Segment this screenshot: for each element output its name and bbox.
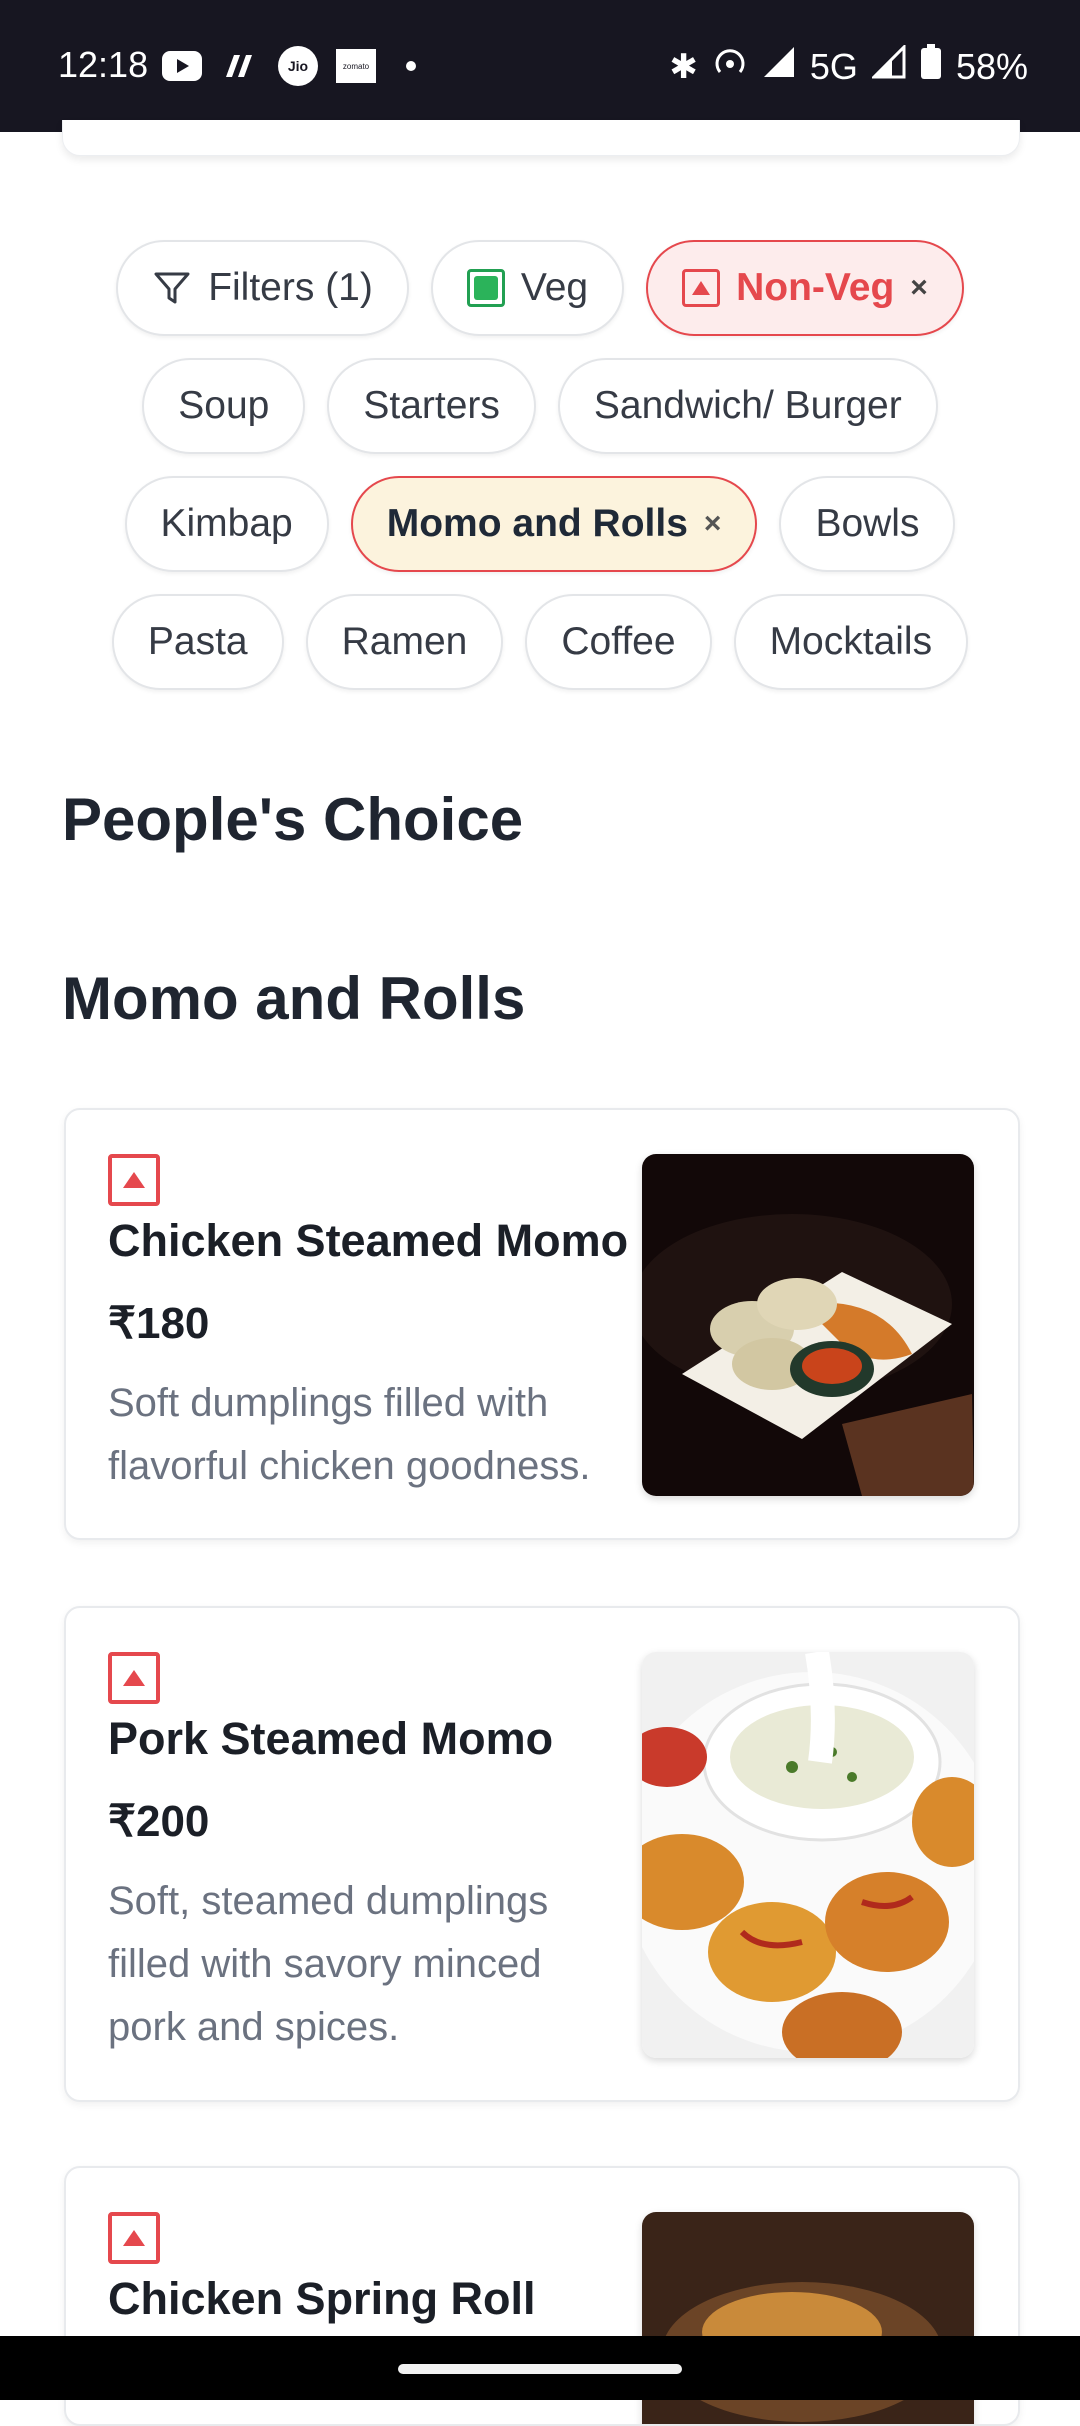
category-chip-ramen[interactable]: Ramen xyxy=(305,594,504,690)
previous-card-edge xyxy=(62,120,1020,156)
category-chip-bowls[interactable]: Bowls xyxy=(779,476,956,572)
menu-item-card[interactable]: Pork Steamed Momo ₹200 Soft, steamed dum… xyxy=(64,1606,1020,2102)
clock: 12:18 xyxy=(58,44,149,85)
item-name: Chicken Spring Roll xyxy=(108,2273,536,2324)
veg-label: Veg xyxy=(520,266,589,309)
section-title-peoples-choice: People's Choice xyxy=(62,786,524,853)
menu-item-card[interactable]: Chicken Steamed Momo ₹180 Soft dumplings… xyxy=(64,1108,1020,1540)
nonveg-icon xyxy=(682,269,721,307)
category-label: Coffee xyxy=(561,620,676,663)
hotspot-icon xyxy=(712,44,748,89)
close-icon[interactable]: × xyxy=(910,271,928,305)
category-chip-mocktails[interactable]: Mocktails xyxy=(733,594,969,690)
filters-label: Filters (1) xyxy=(208,266,373,309)
item-price: ₹200 xyxy=(108,1797,210,1846)
bluetooth-icon: ✱ xyxy=(669,47,698,86)
filter-chips: Filters (1) Veg Non-Veg × Soup Starters … xyxy=(0,240,1080,712)
category-chip-momo-and-rolls[interactable]: Momo and Rolls × xyxy=(350,476,758,572)
category-chip-soup[interactable]: Soup xyxy=(142,358,306,454)
category-label: Starters xyxy=(363,384,500,427)
category-label: Sandwich/ Burger xyxy=(593,384,902,427)
signal-icon-2 xyxy=(870,43,906,88)
veg-filter-chip[interactable]: Veg xyxy=(430,240,625,336)
section-title-momo-and-rolls: Momo and Rolls xyxy=(62,965,526,1032)
more-notifications-dot xyxy=(406,61,416,71)
zomato-icon: zomato xyxy=(336,49,376,83)
item-name: Pork Steamed Momo xyxy=(108,1713,554,1764)
category-label: Pasta xyxy=(147,620,248,663)
filters-button[interactable]: Filters (1) xyxy=(116,240,409,336)
category-chip-pasta[interactable]: Pasta xyxy=(111,594,284,690)
nonveg-icon xyxy=(108,1652,160,1704)
category-label: Mocktails xyxy=(769,620,933,663)
nonveg-label: Non-Veg xyxy=(736,266,895,309)
item-description: Soft dumplings filled with flavorful chi… xyxy=(108,1381,591,1488)
youtube-icon xyxy=(162,51,202,81)
category-chip-starters[interactable]: Starters xyxy=(327,358,536,454)
item-image[interactable] xyxy=(642,1652,974,2058)
status-bar: 12:18 Jio zomato ✱ 5G 58% xyxy=(0,0,1080,132)
filter-icon xyxy=(152,268,192,308)
jio-icon: Jio xyxy=(278,46,318,86)
category-chip-kimbap[interactable]: Kimbap xyxy=(124,476,329,572)
nonveg-filter-chip[interactable]: Non-Veg × xyxy=(646,240,964,336)
item-price: ₹180 xyxy=(108,1299,210,1348)
category-label: Soup xyxy=(178,384,270,427)
battery-percent: 58% xyxy=(955,45,1028,87)
category-label: Bowls xyxy=(815,502,920,545)
item-name: Chicken Steamed Momo xyxy=(108,1215,629,1266)
notification-icons: Jio zomato xyxy=(162,46,416,86)
close-icon[interactable]: × xyxy=(704,507,722,541)
category-chip-sandwich-burger[interactable]: Sandwich/ Burger xyxy=(557,358,938,454)
veg-icon xyxy=(466,269,505,307)
home-gesture-handle[interactable] xyxy=(398,2364,682,2374)
item-image[interactable] xyxy=(642,1154,974,1496)
nonveg-icon xyxy=(108,1154,160,1206)
nonveg-icon xyxy=(108,2212,160,2264)
item-description: Soft, steamed dumplings filled with savo… xyxy=(108,1879,549,2049)
category-chip-coffee[interactable]: Coffee xyxy=(525,594,712,690)
category-label: Ramen xyxy=(341,620,468,663)
system-icons: ✱ 5G 58% xyxy=(669,43,1028,89)
network-type: 5G xyxy=(809,45,858,87)
app-notification-icon xyxy=(220,49,260,83)
category-label: Momo and Rolls xyxy=(386,502,688,545)
signal-icon xyxy=(762,45,796,88)
battery-icon xyxy=(920,44,942,89)
category-label: Kimbap xyxy=(160,502,293,545)
